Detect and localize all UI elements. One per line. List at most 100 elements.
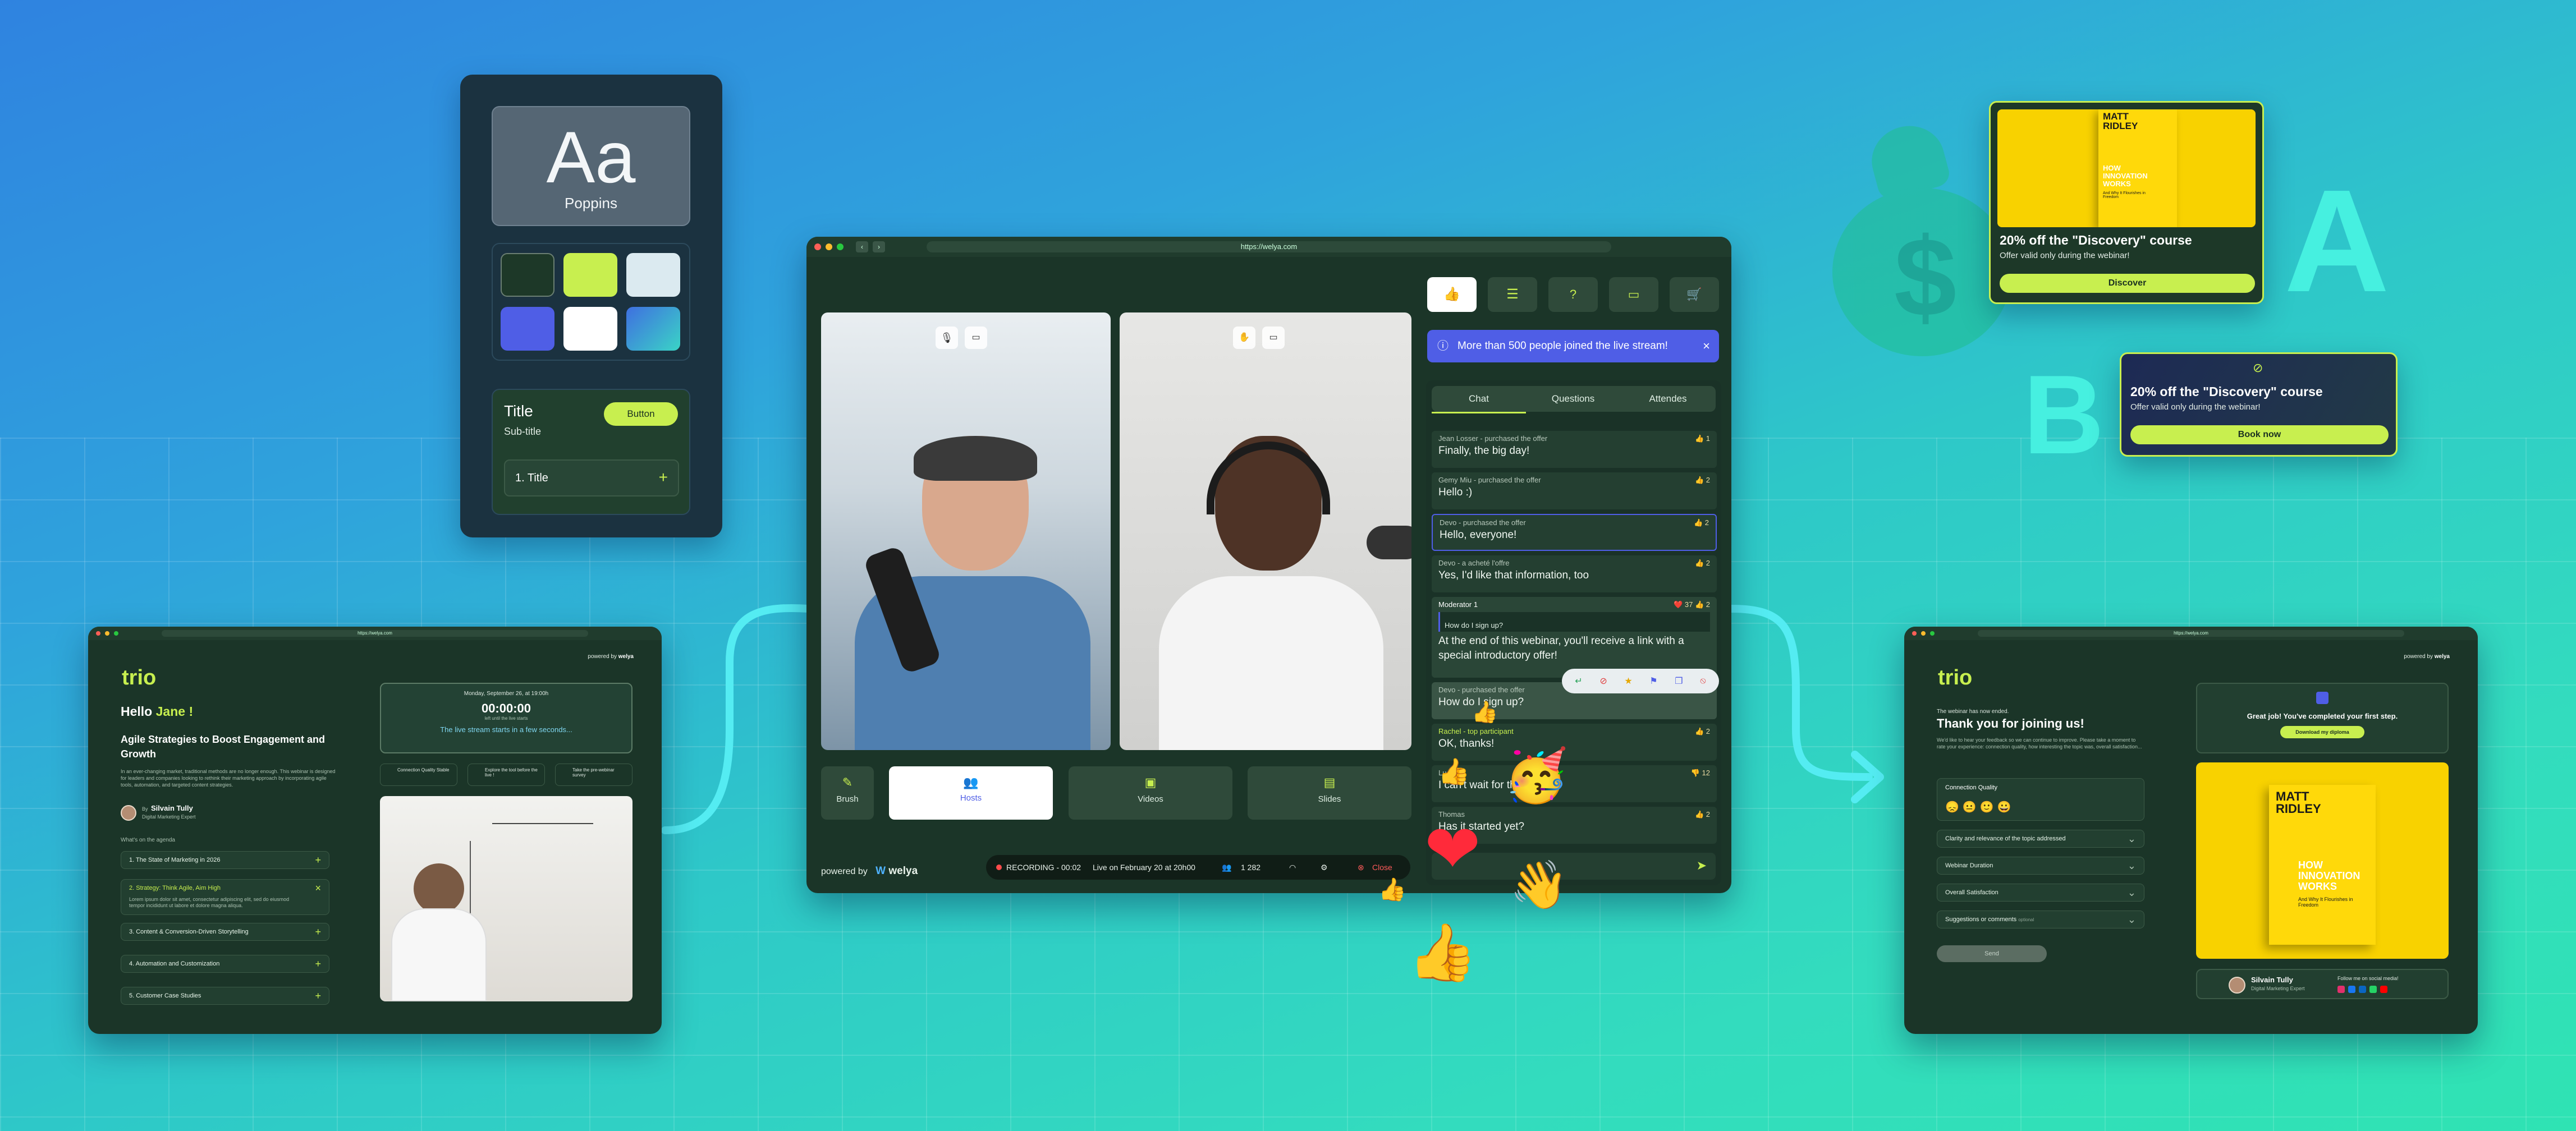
- chevron-down-icon: ⌄: [2127, 914, 2136, 925]
- chevron-down-icon: ⌄: [2127, 860, 2136, 871]
- message-reactions[interactable]: 👍 2: [1695, 810, 1710, 819]
- message-reactions[interactable]: 👍 2: [1695, 476, 1710, 485]
- message-author: Moderator 1: [1438, 600, 1478, 609]
- thanks-title: Thank you for joining us!: [1937, 716, 2084, 730]
- party-emoji: 🥳: [1504, 747, 1569, 804]
- question-icon[interactable]: ?: [1548, 277, 1598, 312]
- back-button[interactable]: ‹: [856, 241, 868, 252]
- brush-button[interactable]: ✎ Brush: [821, 766, 874, 820]
- message-reactions[interactable]: 👍 2: [1695, 559, 1710, 568]
- hosts-button[interactable]: 👥 Hosts: [889, 766, 1053, 820]
- send-button[interactable]: Send: [1937, 945, 2047, 962]
- preview-accordion[interactable]: 1. Title +: [504, 459, 679, 496]
- registration-window: https://welya.com powered by welya trio …: [88, 627, 662, 1034]
- social-icons[interactable]: [2337, 986, 2387, 993]
- raised-hand-icon[interactable]: ✋: [1233, 327, 1255, 349]
- videos-button[interactable]: ▣ Videos: [1069, 766, 1232, 820]
- powered-label: powered by: [588, 654, 617, 660]
- forward-button[interactable]: ›: [873, 241, 885, 252]
- check-label: Explore the tool before the live !: [485, 767, 538, 778]
- viewer-count: 1 282: [1241, 863, 1261, 872]
- minimize-dot[interactable]: [826, 243, 832, 250]
- rating-connection[interactable]: Connection Quality 😞😐🙂😀: [1937, 778, 2144, 821]
- checklist-connection[interactable]: Connection Quality Stable: [380, 764, 457, 786]
- like-icon[interactable]: 👍: [1427, 277, 1477, 312]
- agenda-item-label: 1. The State of Marketing in 2026: [129, 857, 221, 863]
- whatsapp-icon[interactable]: [2369, 986, 2377, 993]
- starting-soon: The live stream starts in a few seconds.…: [440, 725, 572, 734]
- rating-duration[interactable]: Webinar Duration ⌄: [1937, 857, 2144, 875]
- follow-label: Follow me on social media!: [2337, 976, 2399, 981]
- url-bar[interactable]: https://welya.com: [1978, 630, 2404, 637]
- rating-clarity[interactable]: Clarity and relevance of the topic addre…: [1937, 830, 2144, 848]
- wave-emoji: 👋: [1510, 858, 1569, 911]
- powered-by: powered by welya: [588, 654, 634, 660]
- host-video-1: [821, 312, 1111, 750]
- rating-satisfaction[interactable]: Overall Satisfaction ⌄: [1937, 884, 2144, 902]
- youtube-icon[interactable]: [2380, 986, 2387, 993]
- tab-chat[interactable]: Chat: [1432, 386, 1526, 413]
- preview-button[interactable]: Button: [604, 402, 678, 426]
- video-icon: ▣: [1144, 775, 1157, 789]
- message-reactions[interactable]: ❤️ 37 👍 2: [1674, 600, 1710, 609]
- message-reactions[interactable]: 👍 2: [1694, 518, 1709, 527]
- copy-icon[interactable]: ❐: [1675, 675, 1683, 687]
- settings-icon[interactable]: ⚙: [1321, 855, 1328, 880]
- delete-icon[interactable]: ⊘: [1599, 675, 1607, 687]
- tab-attendes[interactable]: Attendes: [1620, 386, 1716, 412]
- host-video-2: [1120, 312, 1411, 750]
- great-job-text: Great job! You've completed your first s…: [2247, 712, 2398, 720]
- close-live-icon[interactable]: ⊗: [1358, 855, 1364, 880]
- swatch-gradient: [626, 307, 680, 351]
- recording-status: RECORDING - 00:02: [1006, 863, 1081, 872]
- maximize-dot[interactable]: [1930, 631, 1935, 636]
- agenda-item[interactable]: 3. Content & Conversion-Driven Storytell…: [121, 923, 329, 941]
- linkedin-icon[interactable]: [2359, 986, 2366, 993]
- agenda-item[interactable]: 4. Automation and Customization +: [121, 955, 329, 973]
- pin-icon[interactable]: ⚑: [1649, 675, 1657, 687]
- checklist-survey[interactable]: Take the pre-webinar survey: [555, 764, 632, 786]
- checklist-explore[interactable]: Explore the tool before the live !: [467, 764, 545, 786]
- message-reactions[interactable]: 👎 12: [1691, 769, 1710, 778]
- comments-field[interactable]: Suggestions or comments optional ⌄: [1937, 911, 2144, 928]
- message-reactions[interactable]: 👍 1: [1695, 434, 1710, 443]
- list-icon[interactable]: ☰: [1488, 277, 1537, 312]
- brush-label: Brush: [836, 794, 859, 804]
- tab-questions[interactable]: Questions: [1526, 386, 1620, 412]
- mic-icon[interactable]: 🎙: [936, 327, 958, 349]
- emoji-rating[interactable]: 😞😐🙂😀: [1945, 800, 2015, 814]
- book-now-button[interactable]: Book now: [2130, 425, 2389, 444]
- close-icon[interactable]: ×: [1703, 330, 1710, 362]
- maximize-dot[interactable]: [837, 243, 844, 250]
- ban-icon[interactable]: ⦸: [1700, 676, 1706, 686]
- agenda-item[interactable]: 5. Customer Case Studies +: [121, 987, 329, 1005]
- close-dot[interactable]: [1912, 631, 1917, 636]
- camera-icon[interactable]: ▭: [1262, 327, 1285, 349]
- camera-icon[interactable]: ▭: [965, 327, 987, 349]
- quoted-message: How do I sign up?: [1438, 612, 1710, 632]
- agenda-item[interactable]: 1. The State of Marketing in 2026 +: [121, 851, 329, 869]
- send-icon[interactable]: ➤: [1697, 858, 1707, 873]
- folder-icon[interactable]: ▭: [1609, 277, 1658, 312]
- cart-icon[interactable]: 🛒: [1670, 277, 1719, 312]
- powered-label: powered by: [2404, 654, 2433, 660]
- highlight-icon[interactable]: ★: [1624, 675, 1632, 687]
- download-diploma-button[interactable]: Download my diploma: [2280, 726, 2364, 738]
- discover-button[interactable]: Discover: [2000, 274, 2255, 293]
- reply-icon[interactable]: ↵: [1575, 675, 1582, 687]
- maximize-dot[interactable]: [114, 631, 118, 636]
- url-bar[interactable]: https://welya.com: [927, 241, 1611, 252]
- agenda-item-expanded[interactable]: 2. Strategy: Think Agile, Aim High × Lore…: [121, 879, 329, 915]
- close-dot[interactable]: [814, 243, 821, 250]
- instagram-icon[interactable]: [2337, 986, 2345, 993]
- slides-button[interactable]: ▤ Slides: [1248, 766, 1411, 820]
- facebook-icon[interactable]: [2348, 986, 2355, 993]
- offer-subtitle: Offer valid only during the webinar!: [2130, 402, 2261, 412]
- message-reactions[interactable]: 👍 2: [1695, 727, 1710, 736]
- url-bar[interactable]: https://welya.com: [162, 630, 588, 637]
- author-role: Digital Marketing Expert: [2251, 986, 2305, 991]
- book-subtitle: And Why It Flourishes in Freedom: [2103, 191, 2146, 199]
- minimize-dot[interactable]: [1921, 631, 1926, 636]
- minimize-dot[interactable]: [105, 631, 109, 636]
- close-dot[interactable]: [96, 631, 100, 636]
